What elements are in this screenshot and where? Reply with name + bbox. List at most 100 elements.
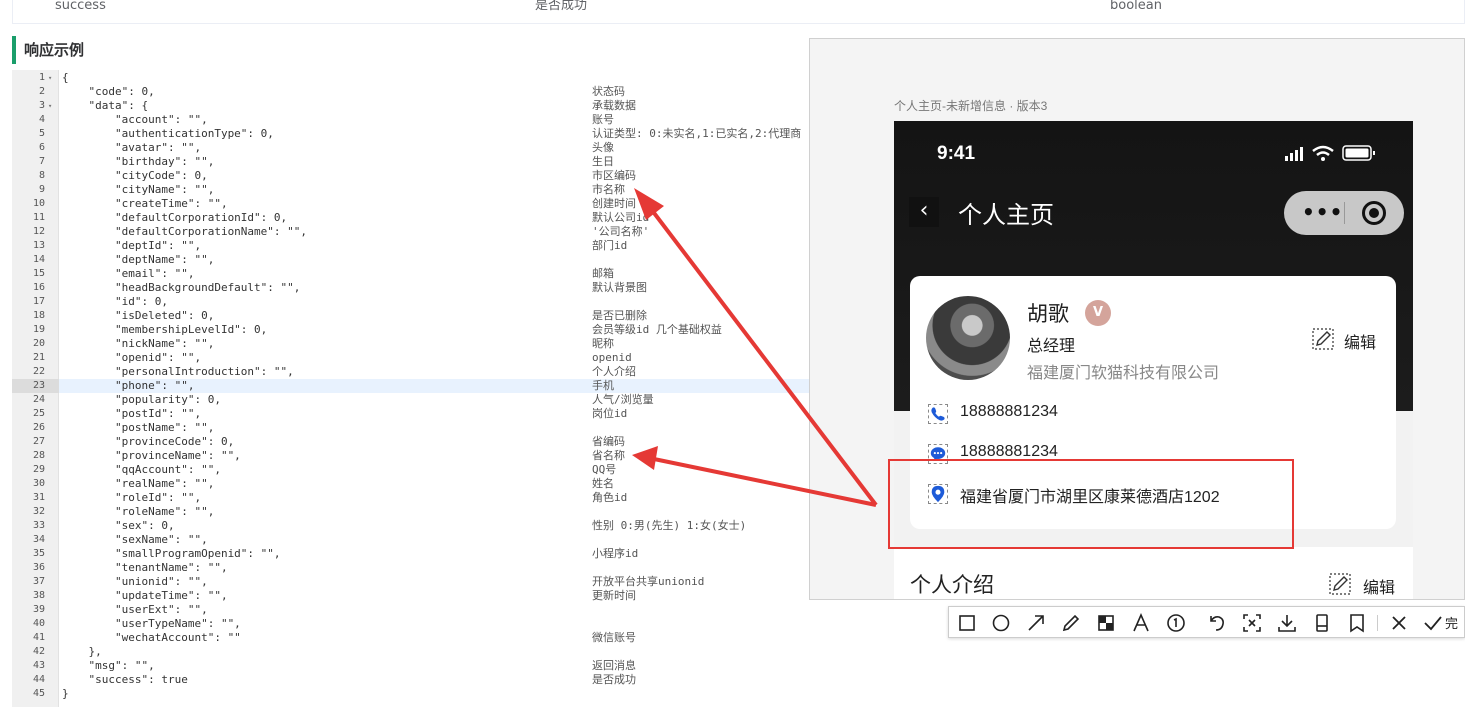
code-line[interactable]: "provinceName": "", <box>62 449 241 463</box>
rectangle-icon[interactable] <box>955 611 979 635</box>
long-screenshot-icon[interactable] <box>1310 611 1334 635</box>
code-line[interactable]: "defaultCorporationName": "", <box>62 225 307 239</box>
profile-job-title: 总经理 <box>1027 338 1076 355</box>
mosaic-icon[interactable] <box>1094 611 1118 635</box>
field-comment: 创建时间 <box>592 197 636 210</box>
line-number: 9 <box>38 184 45 195</box>
code-line[interactable]: "nickName": "", <box>62 337 214 351</box>
code-line[interactable]: "popularity": 0, <box>62 393 221 407</box>
code-line[interactable]: "unionid": "", <box>62 575 208 589</box>
fold-toggle-icon[interactable]: ▾ <box>48 99 56 113</box>
code-line[interactable]: "id": 0, <box>62 295 168 309</box>
miniprogram-capsule[interactable]: ••• <box>1284 191 1404 235</box>
field-comment: 微信账号 <box>592 631 636 644</box>
more-icon[interactable]: ••• <box>1302 200 1343 224</box>
circle-icon[interactable] <box>989 611 1013 635</box>
code-line[interactable]: "provinceCode": 0, <box>62 435 234 449</box>
code-line[interactable]: "sexName": "", <box>62 533 208 547</box>
code-line[interactable]: "userTypeName": "", <box>62 617 241 631</box>
code-line[interactable]: "authenticationType": 0, <box>62 127 274 141</box>
field-comment: 生日 <box>592 155 614 168</box>
code-line[interactable]: "cityCode": 0, <box>62 169 208 183</box>
code-line[interactable]: "success": true <box>62 673 187 687</box>
edit-label: 编辑 <box>1363 580 1396 597</box>
undo-icon[interactable] <box>1205 611 1229 635</box>
code-line[interactable]: "qqAccount": "", <box>62 463 221 477</box>
code-line[interactable]: "avatar": "", <box>62 141 201 155</box>
code-line[interactable]: "openid": "", <box>62 351 201 365</box>
line-number: 27 <box>32 436 45 447</box>
code-line[interactable]: "userExt": "", <box>62 603 208 617</box>
line-number: 43 <box>32 660 45 671</box>
confirm-icon[interactable] <box>1421 611 1445 635</box>
code-line[interactable]: "headBackgroundDefault": "", <box>62 281 300 295</box>
code-line[interactable]: "deptId": "", <box>62 239 201 253</box>
pin-icon[interactable] <box>1240 611 1264 635</box>
code-line[interactable]: } <box>62 687 69 701</box>
close-target-icon[interactable] <box>1362 201 1386 225</box>
code-line[interactable]: "personalIntroduction": "", <box>62 365 294 379</box>
line-number: 1 <box>38 72 45 83</box>
line-number: 20 <box>32 338 45 349</box>
code-line[interactable]: "cityName": "", <box>62 183 214 197</box>
code-line[interactable]: "smallProgramOpenid": "", <box>62 547 281 561</box>
line-number: 33 <box>32 520 45 531</box>
field-comment: QQ号 <box>592 463 617 476</box>
line-number: 13 <box>32 240 45 251</box>
text-icon[interactable] <box>1129 611 1153 635</box>
param-name-cell: success <box>55 0 106 13</box>
code-line[interactable]: "phone": "", <box>62 379 194 393</box>
code-line[interactable]: "roleId": "", <box>62 491 201 505</box>
code-line[interactable]: "email": "", <box>62 267 194 281</box>
status-icons <box>1281 143 1391 163</box>
close-icon[interactable] <box>1387 611 1411 635</box>
field-comment: 邮箱 <box>592 267 614 280</box>
line-number: 37 <box>32 576 45 587</box>
edit-icon <box>1329 573 1351 595</box>
code-line[interactable]: "roleName": "", <box>62 505 214 519</box>
screenshot-toolbar: 完 <box>948 606 1465 638</box>
line-number: 31 <box>32 492 45 503</box>
code-line[interactable]: "account": "", <box>62 113 208 127</box>
phone-number: 18888881234 <box>960 403 1058 420</box>
artboard-caption: 个人主页-未新增信息 · 版本3 <box>894 99 1048 113</box>
field-comment: 默认公司id <box>592 211 650 224</box>
code-line[interactable]: "defaultCorporationId": 0, <box>62 211 287 225</box>
code-line[interactable]: "realName": "", <box>62 477 214 491</box>
avatar <box>926 296 1010 380</box>
fold-toggle-icon[interactable]: ▾ <box>48 71 56 85</box>
code-line[interactable]: "postName": "", <box>62 421 214 435</box>
back-button[interactable]: ‹ <box>909 197 939 227</box>
code-line[interactable]: "tenantName": "", <box>62 561 228 575</box>
code-line[interactable]: "deptName": "", <box>62 253 214 267</box>
code-line[interactable]: "birthday": "", <box>62 155 214 169</box>
code-line[interactable]: "membershipLevelId": 0, <box>62 323 267 337</box>
field-comment: 会员等级id 几个基础权益 <box>592 323 722 336</box>
arrow-icon[interactable] <box>1024 611 1048 635</box>
code-line[interactable]: { <box>62 71 69 85</box>
line-number: 39 <box>32 604 45 615</box>
code-line[interactable]: "sex": 0, <box>62 519 175 533</box>
pen-icon[interactable] <box>1059 611 1083 635</box>
code-line[interactable]: "data": { <box>62 99 148 113</box>
code-line[interactable]: "wechatAccount": "" <box>62 631 241 645</box>
code-line[interactable]: "updateTime": "", <box>62 589 228 603</box>
param-type-cell: boolean <box>1110 0 1162 13</box>
status-time: 9:41 <box>937 143 976 164</box>
line-number: 4 <box>38 114 45 125</box>
line-number: 3 <box>38 100 45 111</box>
code-line[interactable]: "createTime": "", <box>62 197 228 211</box>
field-comment: 省名称 <box>592 449 625 462</box>
code-line[interactable]: "postId": "", <box>62 407 201 421</box>
code-line[interactable]: "msg": "", <box>62 659 154 673</box>
field-comment: 更新时间 <box>592 589 636 602</box>
response-example-title: 响应示例 <box>12 36 84 64</box>
bookmark-icon[interactable] <box>1345 611 1369 635</box>
number-icon[interactable] <box>1164 611 1188 635</box>
done-label[interactable]: 完 <box>1445 613 1458 632</box>
field-comment: 手机 <box>592 379 614 392</box>
code-line[interactable]: "code": 0, <box>62 85 154 99</box>
download-icon[interactable] <box>1275 611 1299 635</box>
code-line[interactable]: "isDeleted": 0, <box>62 309 214 323</box>
code-line[interactable]: }, <box>62 645 101 659</box>
